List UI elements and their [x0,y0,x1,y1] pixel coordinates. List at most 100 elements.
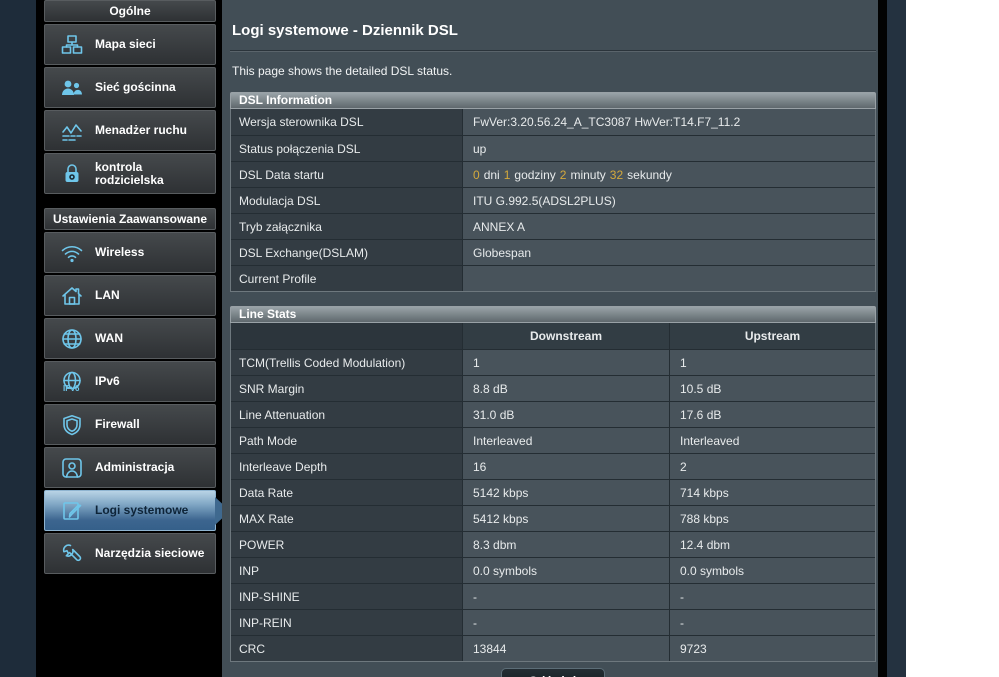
header-empty-cell [231,323,463,349]
downstream-value: - [463,584,670,609]
table-row: Line Attenuation 31.0 dB 17.6 dB [231,401,875,427]
main-content: Logi systemowe - Dziennik DSL This page … [222,0,878,677]
uptime-seconds: 32 [610,168,623,182]
row-value: FwVer:3.20.56.24_A_TC3087 HwVer:T14.F7_1… [463,109,875,135]
upstream-value: 2 [670,454,875,479]
home-icon [57,284,87,308]
sidebar-item-siec-goscinna[interactable]: Sieć gościnna [44,67,216,108]
header-downstream: Downstream [463,323,670,349]
sidebar-item-narzedzia-sieciowe[interactable]: Narzędzia sieciowe [44,533,216,574]
upstream-value: 714 kbps [670,480,875,505]
sidebar-item-wireless[interactable]: Wireless [44,232,216,273]
section-header-label: Ogólne [109,5,150,18]
row-label: Line Attenuation [231,402,463,427]
header-upstream: Upstream [670,323,875,349]
row-label: Tryb załącznika [231,214,463,239]
table-row: INP-REIN - - [231,609,875,635]
sidebar-section-general: Ogólne [44,0,216,22]
row-label: MAX Rate [231,506,463,531]
downstream-value: - [463,610,670,635]
sidebar-item-kontrola-rodzicielska[interactable]: kontrola rodzicielska [44,153,216,194]
row-label: TCM(Trellis Coded Modulation) [231,350,463,375]
log-note-icon [57,499,87,523]
sidebar-item-menadzer-ruchu[interactable]: Menadżer ruchu [44,110,216,151]
sidebar-item-label: Firewall [87,418,140,431]
right-black-strip [878,0,887,677]
sidebar-item-lan[interactable]: LAN [44,275,216,316]
row-label: INP-SHINE [231,584,463,609]
sidebar-item-label: WAN [87,332,123,345]
table-row: INP 0.0 symbols 0.0 symbols [231,557,875,583]
row-value-uptime: 0 dni 1 godziny 2 minuty 32 sekundy [463,162,875,187]
downstream-value: 16 [463,454,670,479]
globe-icon [57,327,87,351]
table-row: SNR Margin 8.8 dB 10.5 dB [231,375,875,401]
uptime-days-unit: dni [484,168,500,182]
right-navy-strip [887,0,906,677]
downstream-value: Interleaved [463,428,670,453]
page-description: This page shows the detailed DSL status. [232,64,876,78]
row-label: INP-REIN [231,610,463,635]
downstream-value: 31.0 dB [463,402,670,427]
table-row: Tryb załącznika ANNEX A [231,213,875,239]
table-row: Path Mode Interleaved Interleaved [231,427,875,453]
sidebar-item-ipv6[interactable]: IPv6 IPv6 [44,361,216,402]
upstream-value: 17.6 dB [670,402,875,427]
table-row: INP-SHINE - - [231,583,875,609]
upstream-value: - [670,584,875,609]
upstream-value: 0.0 symbols [670,558,875,583]
row-label: DSL Exchange(DSLAM) [231,240,463,265]
refresh-button[interactable]: Odśwież [501,668,605,677]
table-header-row: Downstream Upstream [231,323,875,349]
table-row: Modulacja DSL ITU G.992.5(ADSL2PLUS) [231,187,875,213]
sidebar-item-label: Sieć gościnna [87,81,176,94]
upstream-value: 9723 [670,636,875,661]
sidebar-item-wan[interactable]: WAN [44,318,216,359]
line-stats-header: Line Stats [230,306,876,323]
sitemap-icon [57,33,87,57]
row-value: up [463,136,875,161]
uptime-minutes: 2 [560,168,567,182]
admin-user-icon [57,456,87,480]
ipv6-globe-icon: IPv6 [57,370,87,394]
table-row: Wersja sterownika DSL FwVer:3.20.56.24_A… [231,109,875,135]
sidebar-item-label: Wireless [87,246,144,259]
row-label: Interleave Depth [231,454,463,479]
row-label: Status połączenia DSL [231,136,463,161]
sidebar-item-label: Narzędzia sieciowe [87,547,204,560]
sidebar-item-logi-systemowe[interactable]: Logi systemowe [44,490,216,531]
sidebar-item-label: Administracja [87,461,174,474]
table-row: MAX Rate 5412 kbps 788 kbps [231,505,875,531]
table-row: TCM(Trellis Coded Modulation) 1 1 [231,349,875,375]
uptime-days: 0 [473,168,480,182]
table-row: Data Rate 5142 kbps 714 kbps [231,479,875,505]
button-row: Odśwież [230,668,876,677]
page-title: Logi systemowe - Dziennik DSL [230,0,876,39]
table-row: DSL Data startu 0 dni 1 godziny 2 minuty… [231,161,875,187]
sidebar-item-mapa-sieci[interactable]: Mapa sieci [44,24,216,65]
row-label: POWER [231,532,463,557]
sidebar-item-label: LAN [87,289,120,302]
upstream-value: Interleaved [670,428,875,453]
table-row: DSL Exchange(DSLAM) Globespan [231,239,875,265]
sidebar-item-administracja[interactable]: Administracja [44,447,216,488]
traffic-chart-icon [57,119,87,143]
lock-icon [57,162,87,186]
sidebar-item-firewall[interactable]: Firewall [44,404,216,445]
table-row: Status połączenia DSL up [231,135,875,161]
uptime-hours: 1 [504,168,511,182]
row-value [463,266,875,291]
row-label: SNR Margin [231,376,463,401]
upstream-value: 1 [670,350,875,375]
row-label: Modulacja DSL [231,188,463,213]
sidebar-item-label: kontrola rodzicielska [87,161,211,187]
sidebar-item-label: IPv6 [87,375,120,388]
shield-icon [57,413,87,437]
table-row: CRC 13844 9723 [231,635,875,661]
upstream-value: 788 kbps [670,506,875,531]
row-label: DSL Data startu [231,162,463,187]
sidebar: Ogólne Mapa sieci Sieć gościnna Menadżer… [36,0,222,677]
downstream-value: 5412 kbps [463,506,670,531]
upstream-value: 12.4 dbm [670,532,875,557]
line-stats-table: Downstream Upstream TCM(Trellis Coded Mo… [230,323,876,662]
